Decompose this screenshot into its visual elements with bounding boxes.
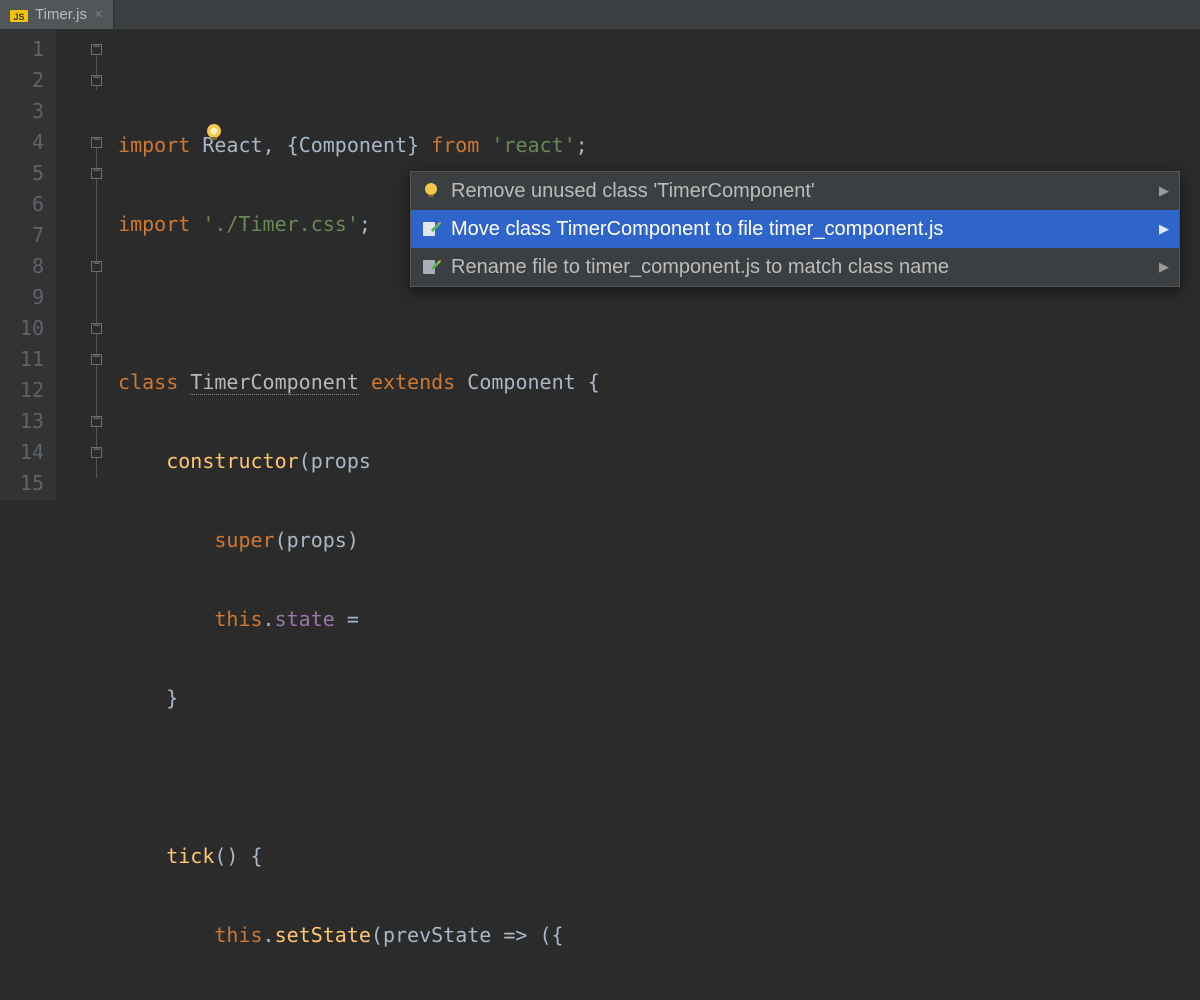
file-tab[interactable]: JS Timer.js × <box>0 0 114 29</box>
line-number: 8 <box>0 251 56 282</box>
intention-actions-popup: Remove unused class 'TimerComponent' ▶ M… <box>410 171 1180 287</box>
line-number: 2 <box>0 65 56 96</box>
tab-filename: Timer.js <box>35 6 87 23</box>
chevron-right-icon: ▶ <box>1159 183 1169 199</box>
gutter: 1 2 3 4 5 6 7 8 9 10 11 12 13 14 15 <box>0 30 56 500</box>
line-number: 13 <box>0 406 56 437</box>
tab-bar: JS Timer.js × <box>0 0 1200 30</box>
class-name[interactable]: TimerComponent <box>190 370 359 395</box>
fold-marker[interactable] <box>91 137 102 148</box>
line-number: 7 <box>0 220 56 251</box>
fold-marker[interactable] <box>91 447 102 458</box>
line-number: 6 <box>0 189 56 220</box>
line-number: 1 <box>0 34 56 65</box>
line-number: 4 <box>0 127 56 158</box>
edit-icon <box>421 219 441 239</box>
fold-marker[interactable] <box>91 44 102 55</box>
chevron-right-icon: ▶ <box>1159 221 1169 237</box>
line-number: 3 <box>0 96 56 127</box>
intention-action-remove-unused[interactable]: Remove unused class 'TimerComponent' ▶ <box>411 172 1179 210</box>
svg-text:JS: JS <box>13 12 24 22</box>
lightbulb-icon[interactable] <box>131 98 153 120</box>
line-number: 9 <box>0 282 56 313</box>
js-icon: JS <box>10 6 28 24</box>
line-number: 5 <box>0 158 56 189</box>
intention-label: Remove unused class 'TimerComponent' <box>451 180 1149 203</box>
fold-marker[interactable] <box>91 416 102 427</box>
line-number: 15 <box>0 468 56 499</box>
lightbulb-icon <box>421 181 441 201</box>
intention-label: Rename file to timer_component.js to mat… <box>451 256 1149 279</box>
fold-marker[interactable] <box>91 354 102 365</box>
close-icon[interactable]: × <box>94 6 103 23</box>
line-number: 11 <box>0 344 56 375</box>
edit-icon <box>421 257 441 277</box>
fold-marker[interactable] <box>91 75 102 86</box>
chevron-right-icon: ▶ <box>1159 259 1169 275</box>
fold-marker[interactable] <box>91 261 102 272</box>
fold-marker[interactable] <box>91 168 102 179</box>
fold-marker[interactable] <box>91 323 102 334</box>
line-number: 10 <box>0 313 56 344</box>
intention-label: Move class TimerComponent to file timer_… <box>451 218 1149 241</box>
intention-action-move-class[interactable]: Move class TimerComponent to file timer_… <box>411 210 1179 248</box>
intention-action-rename-file[interactable]: Rename file to timer_component.js to mat… <box>411 248 1179 286</box>
line-number: 12 <box>0 375 56 406</box>
line-number: 14 <box>0 437 56 468</box>
fold-column <box>56 30 106 500</box>
